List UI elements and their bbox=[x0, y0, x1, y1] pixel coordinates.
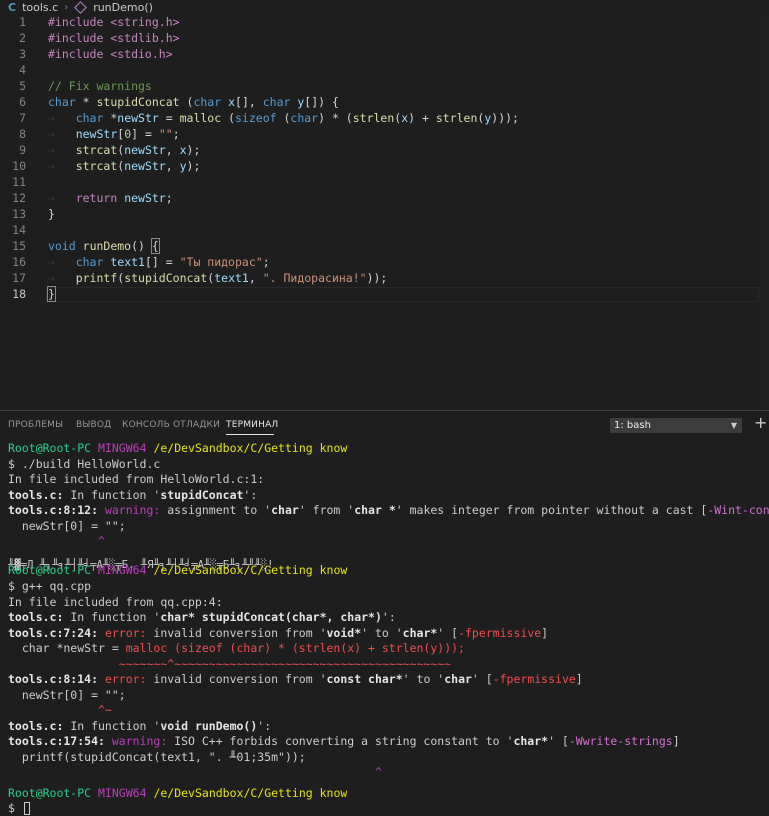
code-line: 13} bbox=[12, 207, 55, 221]
terminal-line: newStr[0] = ""; bbox=[8, 519, 126, 533]
terminal-select[interactable]: 1: bash ▼ bbox=[610, 418, 742, 433]
terminal-line: tools.c:7:24: error: invalid conversion … bbox=[8, 626, 549, 640]
code-line: 16 → char text1[] = "Ты пидорас"; bbox=[12, 255, 270, 269]
code-line: 5// Fix warnings bbox=[19, 79, 152, 93]
tab-debug-console[interactable]: КОНСОЛЬ ОТЛАДКИ bbox=[122, 420, 220, 430]
terminal-line: tools.c:8:14: error: invalid conversion … bbox=[8, 672, 583, 686]
terminal-line: newStr[0] = ""; bbox=[8, 688, 126, 702]
terminal-line: tools.c: In function 'char* stupidConcat… bbox=[8, 610, 396, 624]
terminal-line: $ g++ qq.cpp bbox=[8, 579, 92, 593]
terminal-line: char *newStr = malloc (sizeof (char) * (… bbox=[8, 641, 465, 655]
breadcrumb-symbol[interactable]: runDemo() bbox=[93, 1, 153, 14]
panel-divider[interactable] bbox=[0, 410, 769, 411]
code-line: 17 → printf(stupidConcat(text1, ". Пидора… bbox=[12, 271, 388, 285]
terminal-line: $ ./build HelloWorld.c bbox=[8, 457, 161, 471]
code-editor[interactable]: 1 #include <string.h> 2 #include <stdlib.h… bbox=[0, 14, 769, 410]
code-line: 10 → strcat(newStr, y); bbox=[12, 159, 201, 173]
c-file-icon: C bbox=[8, 0, 17, 14]
terminal-line: In file included from HelloWorld.c:1: bbox=[8, 472, 265, 486]
code-line: 1 #include <string.h> bbox=[19, 15, 180, 29]
code-line: 12 → return newStr; bbox=[12, 191, 173, 205]
terminal-line: ~~~~~~~^~~~~~~~~~~~~~~~~~~~~~~~~~~~~~~~~… bbox=[8, 657, 452, 671]
chevron-down-icon: ▼ bbox=[730, 421, 737, 430]
code-line: 2 #include <stdlib.h> bbox=[19, 31, 180, 45]
tab-output[interactable]: ВЫВОД bbox=[76, 420, 111, 430]
code-line: 15 void runDemo() { bbox=[12, 238, 160, 254]
code-line: 6 char * stupidConcat (char x[], char y[]… bbox=[19, 95, 339, 109]
terminal-line: tools.c: In function 'stupidConcat': bbox=[8, 488, 258, 502]
code-line: 3 #include <stdio.h> bbox=[19, 47, 173, 61]
terminal-input-line[interactable]: $ bbox=[8, 801, 30, 816]
terminal-line: tools.c:17:54: warning: ISO C++ forbids … bbox=[8, 734, 680, 748]
code-line: 8 → newStr[0] = ""; bbox=[19, 127, 180, 141]
breadcrumb: C tools.c › runDemo() bbox=[0, 0, 769, 14]
code-line: 11 bbox=[12, 175, 26, 189]
active-tab-indicator bbox=[226, 434, 274, 435]
editor-scrollbar[interactable] bbox=[759, 14, 769, 410]
terminal-line: tools.c: In function 'void runDemo()': bbox=[8, 719, 272, 733]
terminal-prompt: Root@Root-PC MINGW64 /e/DevSandbox/C/Get… bbox=[8, 786, 348, 800]
terminal-line: ^~ bbox=[8, 703, 112, 717]
breadcrumb-file[interactable]: tools.c bbox=[22, 1, 58, 14]
terminal-line: In file included from qq.cpp:4: bbox=[8, 595, 223, 609]
code-line-current: 18} bbox=[0, 286, 769, 303]
chevron-right-icon: › bbox=[64, 1, 69, 13]
new-terminal-plus-icon[interactable]: + bbox=[754, 414, 767, 432]
terminal-line: ^ bbox=[8, 534, 105, 548]
tab-problems[interactable]: ПРОБЛЕМЫ bbox=[8, 420, 63, 430]
tab-terminal[interactable]: ТЕРМИНАЛ bbox=[226, 420, 278, 430]
terminal-output[interactable]: Root@Root-PC MINGW64 /e/DevSandbox/C/Get… bbox=[0, 441, 769, 816]
terminal-prompt: Root@Root-PC MINGW64 /e/DevSandbox/C/Get… bbox=[8, 441, 348, 455]
terminal-cursor bbox=[23, 802, 30, 815]
method-icon bbox=[74, 0, 88, 14]
code-line: 14 bbox=[12, 223, 26, 237]
code-line: 7 → char *newStr = malloc (sizeof (char) … bbox=[19, 111, 519, 125]
code-line: 4 bbox=[19, 63, 26, 77]
code-line: 9 → strcat(newStr, x); bbox=[19, 143, 201, 157]
terminal-prompt: Root@Root-PC MINGW64 /e/DevSandbox/C/Get… bbox=[8, 563, 348, 577]
terminal-line: ^ bbox=[8, 765, 382, 779]
terminal-line: tools.c:8:12: warning: assignment to 'ch… bbox=[8, 503, 769, 517]
terminal-line: printf(stupidConcat(text1, ". ╨01;35m"))… bbox=[8, 750, 306, 764]
